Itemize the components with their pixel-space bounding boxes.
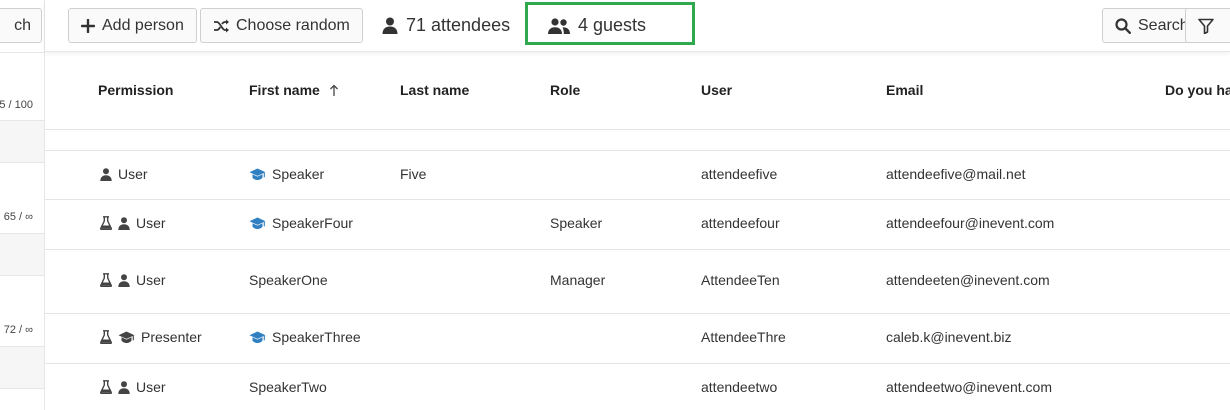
row-divider [45,313,1230,314]
row-divider [45,129,1230,130]
graduation-cap-icon [249,331,266,344]
left-panel-divider [0,52,44,53]
add-person-label: Add person [102,16,184,34]
user-cell: attendeetwo [701,379,778,395]
first-name-cell: SpeakerFour [249,213,353,233]
row-divider [45,199,1230,200]
email-cell: attendeefive@mail.net [886,166,1026,182]
search-label: Search [1138,16,1189,34]
flask-icon [100,380,112,394]
user-cell: attendeefour [701,215,780,231]
attendees-table: Permission First name Last name Role Use… [45,52,1230,410]
filter-icon [1198,18,1214,34]
first-name-cell: SpeakerThree [249,327,361,347]
column-header-permission[interactable]: Permission [98,82,173,98]
column-header-last-name[interactable]: Last name [400,82,469,98]
attendees-count[interactable]: 71 attendees [382,8,510,43]
graduation-cap-icon [249,217,266,230]
sort-ascending-icon [329,84,339,97]
user-icon [118,273,130,287]
left-panel: ch 5 / 100 65 / ∞ 72 / ∞ [0,0,45,410]
first-name-label: SpeakerFour [272,215,353,231]
last-name-cell: Five [400,166,427,182]
left-panel-row-shade [0,234,44,275]
left-panel-divider [0,162,44,163]
permission-label: User [136,272,166,288]
first-name-cell: SpeakerTwo [249,379,327,395]
permission-cell: Presenter [100,327,202,347]
row-divider [45,363,1230,364]
permission-label: User [118,166,148,182]
permission-cell: User [100,213,166,233]
user-icon [382,17,398,34]
role-cell: Speaker [550,215,603,231]
user-icon [118,216,130,230]
choose-random-label: Choose random [236,16,350,34]
shuffle-icon [213,19,229,33]
left-panel-divider [0,275,44,276]
column-header-user[interactable]: User [701,82,732,98]
email-cell: attendeetwo@inevent.com [886,379,1052,395]
user-cell: AttendeeThre [701,329,786,345]
user-icon [118,380,130,394]
toolbar: Add person Choose random 71 attendees 4 … [45,0,1230,52]
add-person-button[interactable]: Add person [68,8,197,43]
row-divider [45,150,1230,151]
left-panel-row-shade [0,121,44,162]
column-header-first-name-label: First name [249,82,320,98]
first-name-label: SpeakerThree [272,329,361,345]
user-icon [100,167,112,181]
email-cell: caleb.k@inevent.biz [886,329,1012,345]
left-panel-value: 65 / ∞ [3,211,33,223]
graduation-cap-icon [118,331,135,344]
choose-random-button[interactable]: Choose random [200,8,363,43]
column-header-email[interactable]: Email [886,82,923,98]
permission-label: User [136,379,166,395]
row-divider [45,249,1230,250]
role-cell: Manager [550,272,606,288]
permission-label: User [136,215,166,231]
user-cell: attendeefive [701,166,778,182]
permission-label: Presenter [141,329,202,345]
first-name-cell: Speaker [249,164,324,184]
left-panel-row-shade [0,347,44,388]
filter-button[interactable] [1185,8,1230,43]
left-panel-value: 5 / 100 [0,99,33,111]
email-cell: attendeeten@inevent.com [886,272,1050,288]
email-cell: attendeefour@inevent.com [886,215,1055,231]
guests-highlight-box [525,2,695,45]
attendees-label: 71 attendees [406,15,511,35]
permission-cell: User [100,164,148,184]
graduation-cap-icon [249,168,266,181]
plus-icon [81,18,95,33]
left-panel-value: 72 / ∞ [3,324,33,336]
flask-icon [100,273,112,287]
first-name-label: Speaker [272,166,325,182]
user-cell: AttendeeTen [701,272,780,288]
first-name-cell: SpeakerOne [249,272,328,288]
column-header-first-name[interactable]: First name [249,82,339,98]
search-icon [1115,17,1131,34]
left-panel-search-button[interactable]: ch [0,8,42,43]
permission-cell: User [100,270,166,290]
left-panel-divider [0,388,44,389]
permission-cell: User [100,377,166,397]
column-header-role[interactable]: Role [550,82,580,98]
column-header-question[interactable]: Do you hav [1165,82,1230,98]
flask-icon [100,216,112,230]
flask-icon [100,330,112,344]
